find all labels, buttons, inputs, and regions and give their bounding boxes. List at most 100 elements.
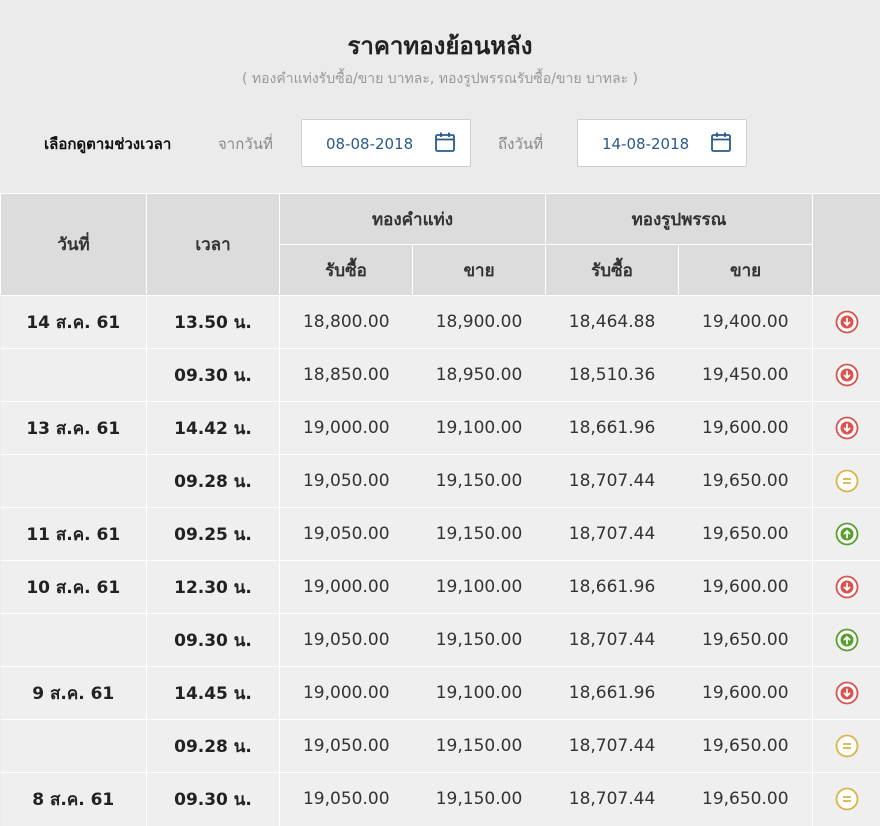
bar-buy-cell: 19,000.00: [280, 561, 413, 614]
table-row: 09.28 น.19,050.0019,150.0018,707.4419,65…: [1, 455, 880, 508]
arrow-up-icon: [835, 628, 859, 652]
header-bar-gold: ทองคำแท่ง: [280, 194, 546, 245]
trend-cell: [813, 720, 880, 773]
bar-sell-cell: 19,100.00: [413, 667, 546, 720]
from-date-value: 08-08-2018: [326, 135, 413, 153]
arrow-up-icon: [835, 522, 859, 546]
table-row: 09.30 น.18,850.0018,950.0018,510.3619,45…: [1, 349, 880, 402]
time-cell: 09.25 น.: [147, 508, 280, 561]
table-row: 8 ส.ค. 6109.30 น.19,050.0019,150.0018,70…: [1, 773, 880, 826]
equal-icon: [835, 787, 859, 811]
jewelry-sell-cell: 19,600.00: [679, 402, 813, 455]
time-cell: 09.28 น.: [147, 455, 280, 508]
bar-sell-cell: 19,150.00: [413, 773, 546, 826]
table-row: 10 ส.ค. 6112.30 น.19,000.0019,100.0018,6…: [1, 561, 880, 614]
jewelry-sell-cell: 19,600.00: [679, 561, 813, 614]
date-cell: [1, 455, 147, 508]
header-bar-buy: รับซื้อ: [280, 245, 413, 296]
header-jewelry-sell: ขาย: [679, 245, 813, 296]
bar-buy-cell: 18,850.00: [280, 349, 413, 402]
time-cell: 09.30 น.: [147, 349, 280, 402]
equal-icon: [835, 469, 859, 493]
trend-cell: [813, 561, 880, 614]
trend-cell: [813, 455, 880, 508]
jewelry-sell-cell: 19,650.00: [679, 455, 813, 508]
arrow-down-icon: [835, 363, 859, 387]
jewelry-buy-cell: 18,707.44: [546, 455, 679, 508]
bar-sell-cell: 19,100.00: [413, 561, 546, 614]
time-cell: 09.30 น.: [147, 614, 280, 667]
time-cell: 12.30 น.: [147, 561, 280, 614]
trend-cell: [813, 296, 880, 349]
bar-sell-cell: 19,150.00: [413, 720, 546, 773]
jewelry-buy-cell: 18,707.44: [546, 614, 679, 667]
header-jewelry-buy: รับซื้อ: [546, 245, 679, 296]
header-bar-sell: ขาย: [413, 245, 546, 296]
table-row: 09.28 น.19,050.0019,150.0018,707.4419,65…: [1, 720, 880, 773]
date-cell: [1, 614, 147, 667]
page-title: ราคาทองย้อนหลัง: [0, 26, 880, 65]
table-row: 09.30 น.19,050.0019,150.0018,707.4419,65…: [1, 614, 880, 667]
calendar-icon[interactable]: [434, 131, 456, 153]
header-time: เวลา: [147, 194, 280, 296]
bar-buy-cell: 19,050.00: [280, 773, 413, 826]
jewelry-buy-cell: 18,661.96: [546, 561, 679, 614]
date-cell: 14 ส.ค. 61: [1, 296, 147, 349]
table-row: 9 ส.ค. 6114.45 น.19,000.0019,100.0018,66…: [1, 667, 880, 720]
to-date-label: ถึงวันที่: [498, 132, 543, 156]
arrow-down-icon: [835, 681, 859, 705]
time-cell: 09.28 น.: [147, 720, 280, 773]
jewelry-buy-cell: 18,510.36: [546, 349, 679, 402]
bar-buy-cell: 19,050.00: [280, 720, 413, 773]
table-row: 14 ส.ค. 6113.50 น.18,800.0018,900.0018,4…: [1, 296, 880, 349]
date-cell: 11 ส.ค. 61: [1, 508, 147, 561]
bar-sell-cell: 19,100.00: [413, 402, 546, 455]
table-row: 13 ส.ค. 6114.42 น.19,000.0019,100.0018,6…: [1, 402, 880, 455]
jewelry-buy-cell: 18,707.44: [546, 508, 679, 561]
header-jewelry-gold: ทองรูปพรรณ: [546, 194, 813, 245]
jewelry-buy-cell: 18,661.96: [546, 667, 679, 720]
jewelry-buy-cell: 18,707.44: [546, 720, 679, 773]
jewelry-sell-cell: 19,400.00: [679, 296, 813, 349]
to-date-field[interactable]: 14-08-2018: [577, 119, 747, 167]
from-date-label: จากวันที่: [218, 132, 273, 156]
time-cell: 14.42 น.: [147, 402, 280, 455]
trend-cell: [813, 614, 880, 667]
arrow-down-icon: [835, 416, 859, 440]
bar-buy-cell: 19,050.00: [280, 614, 413, 667]
bar-sell-cell: 19,150.00: [413, 508, 546, 561]
bar-buy-cell: 19,050.00: [280, 455, 413, 508]
page-subtitle: ( ทองคำแท่งรับซื้อ/ขาย บาทละ, ทองรูปพรรณ…: [0, 68, 880, 90]
time-cell: 14.45 น.: [147, 667, 280, 720]
jewelry-sell-cell: 19,450.00: [679, 349, 813, 402]
jewelry-sell-cell: 19,650.00: [679, 508, 813, 561]
date-cell: 8 ส.ค. 61: [1, 773, 147, 826]
trend-cell: [813, 402, 880, 455]
bar-sell-cell: 19,150.00: [413, 614, 546, 667]
date-cell: 9 ส.ค. 61: [1, 667, 147, 720]
date-cell: 10 ส.ค. 61: [1, 561, 147, 614]
arrow-down-icon: [835, 575, 859, 599]
trend-cell: [813, 349, 880, 402]
jewelry-sell-cell: 19,650.00: [679, 720, 813, 773]
arrow-down-icon: [835, 310, 859, 334]
jewelry-buy-cell: 18,661.96: [546, 402, 679, 455]
bar-sell-cell: 18,900.00: [413, 296, 546, 349]
calendar-icon[interactable]: [710, 131, 732, 153]
jewelry-sell-cell: 19,650.00: [679, 614, 813, 667]
time-cell: 13.50 น.: [147, 296, 280, 349]
filter-label: เลือกดูตามช่วงเวลา: [44, 132, 171, 156]
to-date-value: 14-08-2018: [602, 135, 689, 153]
header-trend: [813, 194, 880, 296]
bar-sell-cell: 18,950.00: [413, 349, 546, 402]
bar-buy-cell: 18,800.00: [280, 296, 413, 349]
header-date: วันที่: [1, 194, 147, 296]
bar-buy-cell: 19,000.00: [280, 402, 413, 455]
jewelry-sell-cell: 19,650.00: [679, 773, 813, 826]
date-cell: 13 ส.ค. 61: [1, 402, 147, 455]
from-date-field[interactable]: 08-08-2018: [301, 119, 471, 167]
jewelry-sell-cell: 19,600.00: [679, 667, 813, 720]
bar-sell-cell: 19,150.00: [413, 455, 546, 508]
jewelry-buy-cell: 18,707.44: [546, 773, 679, 826]
gold-price-table: วันที่ เวลา ทองคำแท่ง ทองรูปพรรณ รับซื้อ…: [0, 193, 880, 826]
